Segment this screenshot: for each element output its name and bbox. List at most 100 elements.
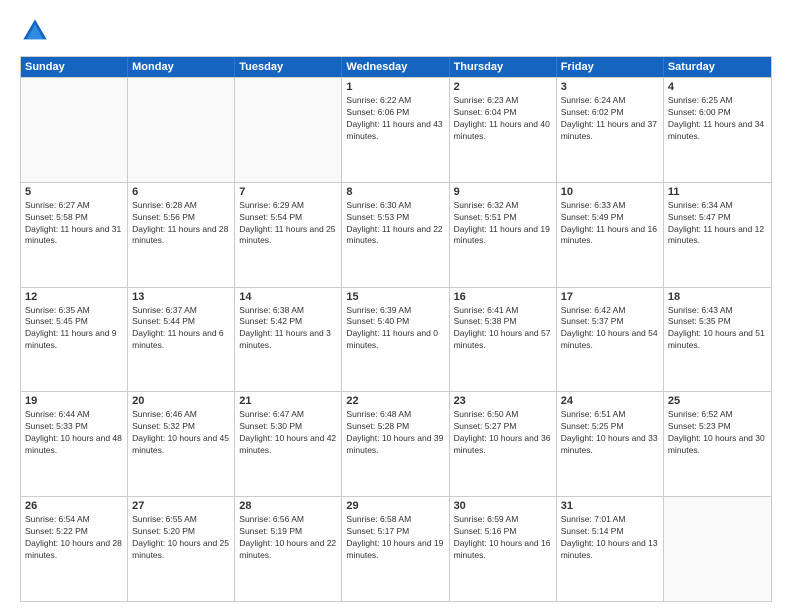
sunrise-text: Sunrise: 6:56 AM [239,514,337,526]
day-cell-3: 3Sunrise: 6:24 AMSunset: 6:02 PMDaylight… [557,78,664,182]
sunrise-text: Sunrise: 6:48 AM [346,409,444,421]
day-info: Sunrise: 6:27 AMSunset: 5:58 PMDaylight:… [25,200,123,248]
day-number: 11 [668,186,767,198]
day-number: 5 [25,186,123,198]
daylight-text: Daylight: 10 hours and 36 minutes. [454,433,552,457]
daylight-text: Daylight: 11 hours and 31 minutes. [25,224,123,248]
day-number: 22 [346,395,444,407]
sunrise-text: Sunrise: 6:58 AM [346,514,444,526]
header-day-tuesday: Tuesday [235,57,342,77]
sunset-text: Sunset: 5:14 PM [561,526,659,538]
sunset-text: Sunset: 6:06 PM [346,107,444,119]
day-number: 14 [239,291,337,303]
calendar-row-0: 1Sunrise: 6:22 AMSunset: 6:06 PMDaylight… [21,77,771,182]
sunset-text: Sunset: 5:40 PM [346,316,444,328]
day-cell-1: 1Sunrise: 6:22 AMSunset: 6:06 PMDaylight… [342,78,449,182]
daylight-text: Daylight: 10 hours and 33 minutes. [561,433,659,457]
daylight-text: Daylight: 11 hours and 12 minutes. [668,224,767,248]
daylight-text: Daylight: 10 hours and 28 minutes. [25,538,123,562]
sunrise-text: Sunrise: 6:46 AM [132,409,230,421]
daylight-text: Daylight: 11 hours and 9 minutes. [25,328,123,352]
day-cell-14: 14 Sunrise: 6:38 AMSunset: 5:42 PMDayligh… [235,288,342,392]
day-cell-12: 12Sunrise: 6:35 AMSunset: 5:45 PMDayligh… [21,288,128,392]
day-cell-2: 2Sunrise: 6:23 AMSunset: 6:04 PMDaylight… [450,78,557,182]
day-info: Sunrise: 7:01 AMSunset: 5:14 PMDaylight:… [561,514,659,562]
day-cell-21: 21 Sunrise: 6:47 AMSunset: 5:30 PMDayligh… [235,392,342,496]
day-info: Sunrise: 6:35 AMSunset: 5:45 PMDaylight:… [25,305,123,353]
daylight-text: Daylight: 11 hours and 34 minutes. [668,119,767,143]
day-info: Sunrise: 6:34 AMSunset: 5:47 PMDaylight:… [668,200,767,248]
empty-cell-0-0 [21,78,128,182]
day-cell-22: 22Sunrise: 6:48 AMSunset: 5:28 PMDayligh… [342,392,449,496]
day-number: 16 [454,291,552,303]
daylight-text: Daylight: 10 hours and 45 minutes. [132,433,230,457]
day-info: Sunrise: 6:38 AMSunset: 5:42 PMDaylight:… [239,305,337,353]
sunset-text: Sunset: 5:27 PM [454,421,552,433]
day-number: 1 [346,81,444,93]
day-number: 9 [454,186,552,198]
day-number: 19 [25,395,123,407]
sunrise-text: Sunrise: 6:35 AM [25,305,123,317]
daylight-text: Daylight: 11 hours and 43 minutes. [346,119,444,143]
daylight-text: Daylight: 10 hours and 42 minutes. [239,433,337,457]
day-number: 21 [239,395,337,407]
day-info: Sunrise: 6:59 AMSunset: 5:16 PMDaylight:… [454,514,552,562]
day-number: 15 [346,291,444,303]
sunset-text: Sunset: 5:49 PM [561,212,659,224]
daylight-text: Daylight: 11 hours and 16 minutes. [561,224,659,248]
sunrise-text: Sunrise: 6:47 AM [239,409,337,421]
calendar-row-2: 12Sunrise: 6:35 AMSunset: 5:45 PMDayligh… [21,287,771,392]
day-info: Sunrise: 6:44 AMSunset: 5:33 PMDaylight:… [25,409,123,457]
day-info: Sunrise: 6:52 AMSunset: 5:23 PMDaylight:… [668,409,767,457]
sunrise-text: Sunrise: 6:50 AM [454,409,552,421]
daylight-text: Daylight: 11 hours and 3 minutes. [239,328,337,352]
day-cell-20: 20Sunrise: 6:46 AMSunset: 5:32 PMDayligh… [128,392,235,496]
day-cell-7: 7Sunrise: 6:29 AMSunset: 5:54 PMDaylight… [235,183,342,287]
day-cell-6: 6Sunrise: 6:28 AMSunset: 5:56 PMDaylight… [128,183,235,287]
sunrise-text: Sunrise: 6:23 AM [454,95,552,107]
day-cell-5: 5 Sunrise: 6:27 AMSunset: 5:58 PMDaylight… [21,183,128,287]
daylight-text: Daylight: 11 hours and 6 minutes. [132,328,230,352]
day-cell-24: 24Sunrise: 6:51 AMSunset: 5:25 PMDayligh… [557,392,664,496]
sunrise-text: Sunrise: 6:43 AM [668,305,767,317]
day-cell-18: 18Sunrise: 6:43 AMSunset: 5:35 PMDayligh… [664,288,771,392]
empty-cell-4-6 [664,497,771,601]
day-number: 4 [668,81,767,93]
day-cell-15: 15 Sunrise: 6:39 AMSunset: 5:40 PMDayligh… [342,288,449,392]
sunset-text: Sunset: 5:58 PM [25,212,123,224]
day-number: 29 [346,500,444,512]
sunset-text: Sunset: 5:53 PM [346,212,444,224]
day-cell-19: 19 Sunrise: 6:44 AMSunset: 5:33 PMDayligh… [21,392,128,496]
day-info: Sunrise: 6:56 AMSunset: 5:19 PMDaylight:… [239,514,337,562]
daylight-text: Daylight: 10 hours and 51 minutes. [668,328,767,352]
day-cell-26: 26Sunrise: 6:54 AMSunset: 5:22 PMDayligh… [21,497,128,601]
sunrise-text: Sunrise: 6:52 AM [668,409,767,421]
sunrise-text: Sunrise: 6:41 AM [454,305,552,317]
header-day-thursday: Thursday [450,57,557,77]
day-number: 13 [132,291,230,303]
day-number: 30 [454,500,552,512]
day-number: 24 [561,395,659,407]
header [20,16,772,46]
daylight-text: Daylight: 10 hours and 39 minutes. [346,433,444,457]
sunrise-text: Sunrise: 6:25 AM [668,95,767,107]
day-cell-4: 4Sunrise: 6:25 AMSunset: 6:00 PMDaylight… [664,78,771,182]
page: SundayMondayTuesdayWednesdayThursdayFrid… [0,0,792,612]
day-cell-8: 8Sunrise: 6:30 AMSunset: 5:53 PMDaylight… [342,183,449,287]
empty-cell-0-1 [128,78,235,182]
day-info: Sunrise: 6:41 AMSunset: 5:38 PMDaylight:… [454,305,552,353]
day-cell-23: 23Sunrise: 6:50 AMSunset: 5:27 PMDayligh… [450,392,557,496]
sunrise-text: Sunrise: 6:55 AM [132,514,230,526]
day-number: 20 [132,395,230,407]
sunset-text: Sunset: 5:20 PM [132,526,230,538]
header-day-monday: Monday [128,57,235,77]
day-number: 25 [668,395,767,407]
logo-icon [20,16,50,46]
day-info: Sunrise: 6:47 AMSunset: 5:30 PMDaylight:… [239,409,337,457]
day-info: Sunrise: 6:39 AMSunset: 5:40 PMDaylight:… [346,305,444,353]
day-info: Sunrise: 6:32 AMSunset: 5:51 PMDaylight:… [454,200,552,248]
day-number: 18 [668,291,767,303]
header-day-sunday: Sunday [21,57,128,77]
daylight-text: Daylight: 11 hours and 0 minutes. [346,328,444,352]
day-number: 31 [561,500,659,512]
